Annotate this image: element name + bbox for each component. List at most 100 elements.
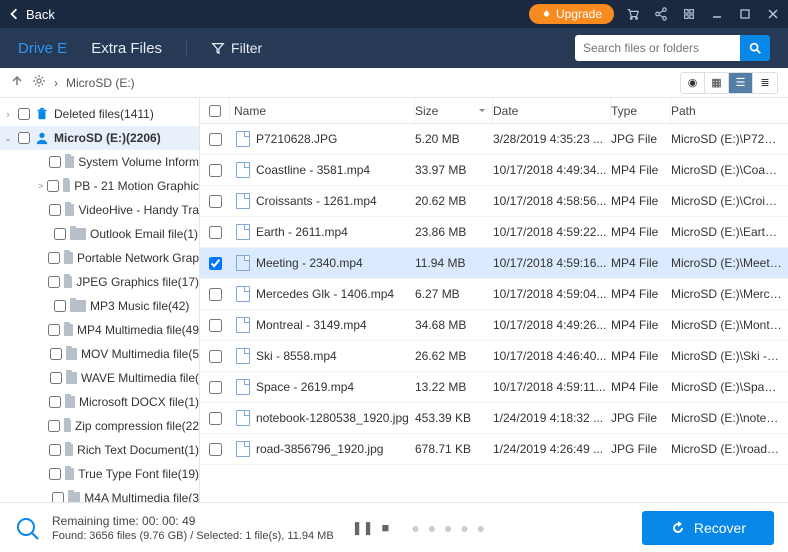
row-checkbox[interactable] [209, 381, 222, 394]
pause-button[interactable]: ❚❚ [352, 520, 374, 536]
tree-label: True Type Font file(19) [78, 467, 199, 481]
tree-checkbox[interactable] [49, 396, 61, 408]
table-row[interactable]: Montreal - 3149.mp434.68 MB10/17/2018 4:… [200, 310, 788, 341]
row-checkbox[interactable] [209, 164, 222, 177]
col-size[interactable]: Size [415, 98, 493, 123]
tree-item[interactable]: MP3 Music file(42) [0, 294, 199, 318]
table-row[interactable]: notebook-1280538_1920.jpg453.39 KB1/24/2… [200, 403, 788, 434]
row-checkbox[interactable] [209, 443, 222, 456]
back-button[interactable]: Back [8, 7, 55, 22]
tree-deleted-files[interactable]: › Deleted files(1411) [0, 102, 199, 126]
tree-item[interactable]: Zip compression file(22 [0, 414, 199, 438]
folder-icon [65, 204, 74, 216]
table-row[interactable]: Croissants - 1261.mp420.62 MB10/17/2018 … [200, 186, 788, 217]
filter-button[interactable]: Filter [211, 40, 262, 56]
file-size: 13.22 MB [415, 380, 493, 394]
tree-checkbox[interactable] [48, 420, 60, 432]
tree-checkbox[interactable] [49, 444, 61, 456]
tab-drive-e[interactable]: Drive E [18, 40, 67, 57]
file-size: 6.27 MB [415, 287, 493, 301]
tree-checkbox[interactable] [49, 204, 61, 216]
row-checkbox[interactable] [209, 257, 222, 270]
file-size: 11.94 MB [415, 256, 493, 270]
view-grid-button[interactable]: ▦ [705, 73, 729, 93]
row-checkbox[interactable] [209, 195, 222, 208]
settings-icon[interactable] [32, 74, 46, 91]
row-checkbox[interactable] [209, 133, 222, 146]
tree-checkbox[interactable] [48, 252, 60, 264]
tree-label: M4A Multimedia file(3 [84, 491, 199, 502]
tree-checkbox[interactable] [47, 180, 59, 192]
view-list-button[interactable]: ☰ [729, 73, 753, 93]
table-row[interactable]: Space - 2619.mp413.22 MB10/17/2018 4:59:… [200, 372, 788, 403]
tree-checkbox[interactable] [18, 108, 30, 120]
row-checkbox[interactable] [209, 226, 222, 239]
tree-checkbox[interactable] [54, 228, 66, 240]
table-row[interactable]: Mercedes Glk - 1406.mp46.27 MB10/17/2018… [200, 279, 788, 310]
stop-button[interactable]: ■ [381, 520, 389, 536]
share-icon[interactable] [654, 7, 668, 21]
tree-checkbox[interactable] [49, 468, 61, 480]
tree-item[interactable]: True Type Font file(19) [0, 462, 199, 486]
tree-item[interactable]: WAVE Multimedia file( [0, 366, 199, 390]
recover-button[interactable]: Recover [642, 511, 774, 545]
table-row[interactable]: Earth - 2611.mp423.86 MB10/17/2018 4:59:… [200, 217, 788, 248]
tree-checkbox[interactable] [48, 276, 60, 288]
tree-item[interactable]: MP4 Multimedia file(49 [0, 318, 199, 342]
tree-item[interactable]: Microsoft DOCX file(1) [0, 390, 199, 414]
row-checkbox[interactable] [209, 319, 222, 332]
maximize-icon[interactable] [738, 7, 752, 21]
row-checkbox[interactable] [209, 412, 222, 425]
tree-item[interactable]: VideoHive - Handy Tra [0, 198, 199, 222]
view-preview-button[interactable]: ◉ [681, 73, 705, 93]
go-up-icon[interactable] [10, 74, 24, 91]
col-type[interactable]: Type [611, 98, 671, 123]
tree-checkbox[interactable] [54, 300, 66, 312]
minimize-icon[interactable] [710, 7, 724, 21]
upgrade-label: Upgrade [556, 7, 602, 21]
search-input[interactable] [575, 35, 740, 61]
table-row[interactable]: road-3856796_1920.jpg678.71 KB1/24/2019 … [200, 434, 788, 465]
progress-dots: ● ● ● ● ● [411, 520, 487, 536]
col-date[interactable]: Date [493, 98, 611, 123]
view-details-button[interactable]: ≣ [753, 73, 777, 93]
table-row[interactable]: Ski - 8558.mp426.62 MB10/17/2018 4:46:40… [200, 341, 788, 372]
close-icon[interactable] [766, 7, 780, 21]
table-row[interactable]: Coastline - 3581.mp433.97 MB10/17/2018 4… [200, 155, 788, 186]
row-checkbox[interactable] [209, 288, 222, 301]
table-row[interactable]: P7210628.JPG5.20 MB3/28/2019 4:35:23 ...… [200, 124, 788, 155]
file-path: MicroSD (E:)\Space ... [671, 380, 788, 394]
tree-label: Outlook Email file(1) [90, 227, 198, 241]
tree-checkbox[interactable] [52, 492, 64, 502]
upgrade-button[interactable]: Upgrade [529, 4, 614, 24]
cart-icon[interactable] [626, 7, 640, 21]
table-row[interactable]: Meeting - 2340.mp411.94 MB10/17/2018 4:5… [200, 248, 788, 279]
tree-checkbox[interactable] [50, 348, 62, 360]
tree-item[interactable]: Outlook Email file(1) [0, 222, 199, 246]
tree-root[interactable]: ⌄ MicroSD (E:)(2206) [0, 126, 199, 150]
file-name: notebook-1280538_1920.jpg [256, 411, 409, 425]
tree-item[interactable]: Portable Network Grap [0, 246, 199, 270]
col-path[interactable]: Path [671, 98, 788, 123]
tree-item[interactable]: M4A Multimedia file(3 [0, 486, 199, 502]
tree-label: MicroSD (E:)(2206) [54, 131, 161, 145]
tree-checkbox[interactable] [50, 372, 62, 384]
tree-item[interactable]: Rich Text Document(1) [0, 438, 199, 462]
file-name: Space - 2619.mp4 [256, 380, 354, 394]
col-name[interactable]: Name [230, 98, 415, 123]
tree-checkbox[interactable] [49, 156, 61, 168]
back-label: Back [26, 7, 55, 22]
search-button[interactable] [740, 35, 770, 61]
tree-checkbox[interactable] [48, 324, 60, 336]
row-checkbox[interactable] [209, 350, 222, 363]
tree-item[interactable]: >PB - 21 Motion Graphic [0, 174, 199, 198]
tab-extra-files[interactable]: Extra Files [91, 40, 162, 57]
tree-item[interactable]: MOV Multimedia file(5 [0, 342, 199, 366]
tree-item[interactable]: JPEG Graphics file(17) [0, 270, 199, 294]
folder-icon [64, 324, 73, 336]
menu-icon[interactable] [682, 7, 696, 21]
select-all-checkbox[interactable] [209, 105, 221, 117]
tree-checkbox[interactable] [18, 132, 30, 144]
breadcrumb[interactable]: MicroSD (E:) [66, 76, 135, 90]
tree-item[interactable]: System Volume Inform [0, 150, 199, 174]
